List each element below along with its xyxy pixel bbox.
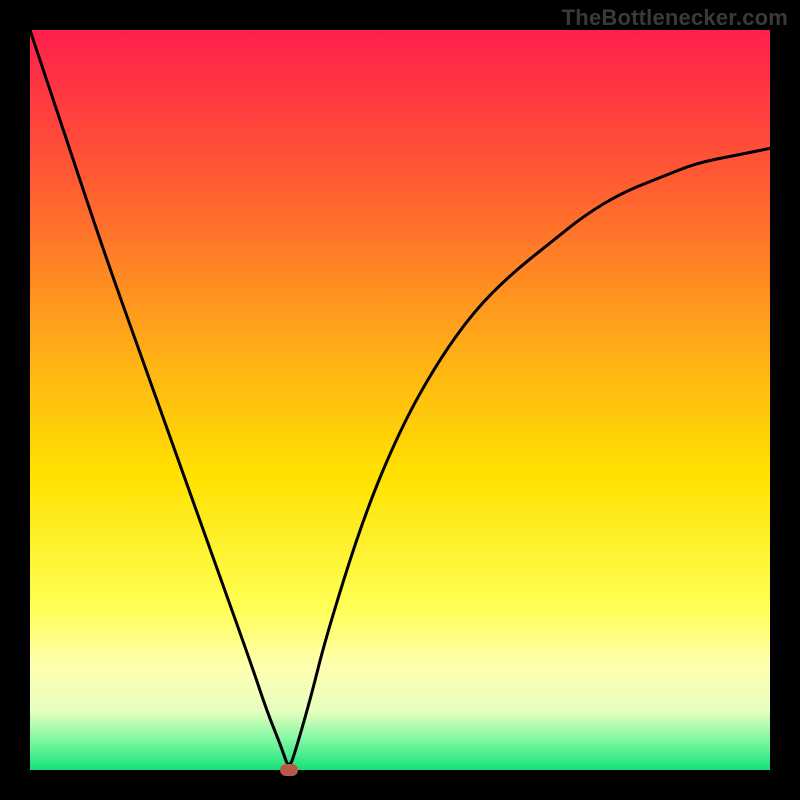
minimum-marker [280,764,298,776]
attribution-label: TheBottlenecker.com [562,5,788,31]
bottleneck-curve [30,30,770,764]
chart-frame: TheBottlenecker.com [0,0,800,800]
curve-svg [30,30,770,770]
